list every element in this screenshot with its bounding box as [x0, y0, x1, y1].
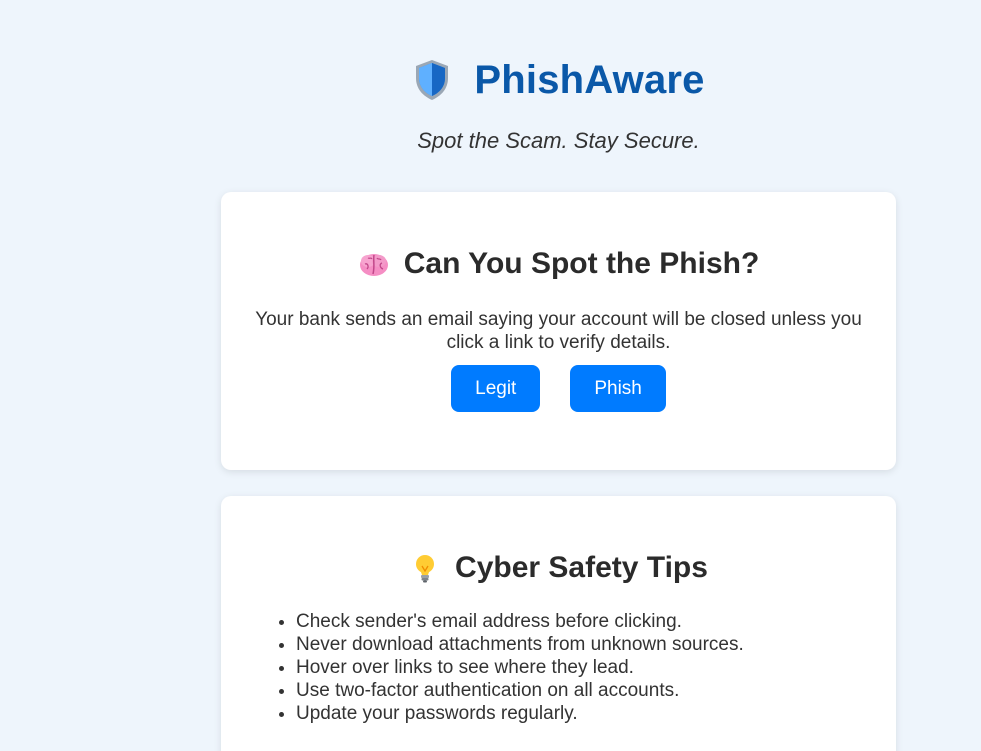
tips-list: Check sender's email address before clic… — [258, 610, 744, 725]
brain-icon — [359, 254, 388, 276]
list-item: Never download attachments from unknown … — [296, 633, 744, 656]
legit-button[interactable]: Legit — [451, 365, 541, 412]
app-title: PhishAware — [474, 57, 705, 102]
lightbulb-icon — [416, 555, 435, 583]
tips-card: Cyber Safety Tips Check sender's email a… — [221, 496, 896, 751]
page: PhishAware Spot the Scam. Stay Secure. C… — [0, 0, 981, 751]
tagline: Spot the Scam. Stay Secure. — [417, 128, 700, 153]
list-item: Use two-factor authentication on all acc… — [296, 679, 744, 702]
title-row: PhishAware — [221, 52, 896, 108]
tips-heading-text: Cyber Safety Tips — [455, 551, 708, 584]
quiz-heading-text: Can You Spot the Phish? — [403, 247, 760, 280]
quiz-question: Your bank sends an email saying your acc… — [255, 309, 862, 353]
shield-icon — [416, 60, 449, 100]
list-item: Hover over links to see where they lead. — [296, 656, 744, 679]
quiz-card: Can You Spot the Phish? Your bank sends … — [221, 192, 896, 470]
tips-heading: Cyber Safety Tips — [221, 548, 896, 588]
quiz-heading: Can You Spot the Phish? — [221, 244, 896, 284]
list-item: Check sender's email address before clic… — [296, 610, 744, 633]
phish-button[interactable]: Phish — [570, 365, 666, 412]
list-item: Update your passwords regularly. — [296, 702, 744, 725]
answer-buttons: Legit Phish — [221, 365, 896, 412]
